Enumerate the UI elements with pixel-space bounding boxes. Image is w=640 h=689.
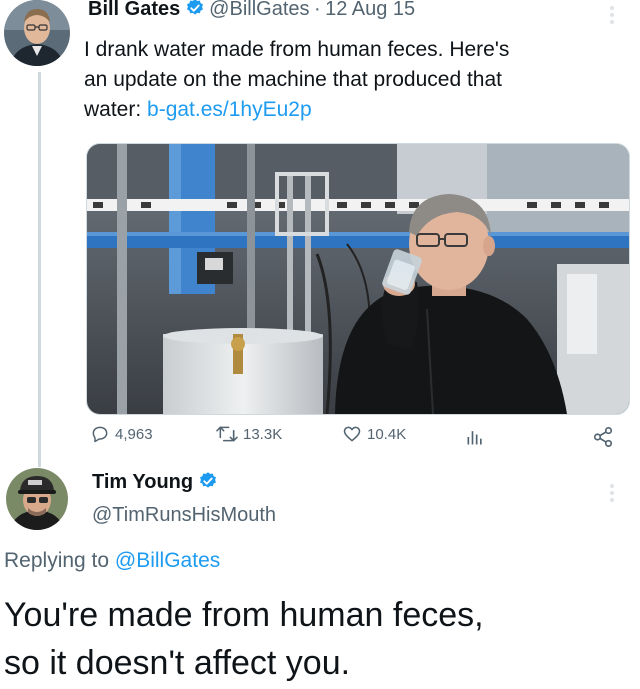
author-handle[interactable]: @BillGates	[209, 0, 309, 20]
author-name[interactable]: Bill Gates	[88, 0, 180, 20]
reply-author-handle[interactable]: @TimRunsHisMouth	[92, 504, 276, 527]
verified-badge-icon	[199, 472, 216, 488]
more-options-icon[interactable]	[610, 6, 614, 24]
more-options-icon[interactable]	[610, 484, 614, 502]
replying-to-label: Replying to	[4, 549, 115, 572]
retweet-icon	[216, 426, 238, 442]
views-action[interactable]	[465, 427, 485, 452]
views-icon	[467, 431, 482, 445]
share-action[interactable]	[592, 426, 614, 453]
verified-badge-icon	[186, 0, 203, 15]
tweet-link[interactable]: b-gat.es/1hyEu2p	[147, 98, 312, 121]
water-machine-photo	[87, 144, 629, 414]
reply-text-line-1: You're made from human feces,	[4, 596, 484, 634]
reply-icon	[92, 426, 108, 443]
bill-gates-avatar[interactable]	[4, 0, 70, 66]
tweet-header: Bill Gates @BillGates · 12 Aug 15	[88, 0, 608, 28]
retweet-action[interactable]: 13.3K	[216, 424, 282, 444]
like-count: 10.4K	[367, 425, 407, 443]
thread-connector-line	[38, 72, 41, 467]
reply-text-line-2: so it doesn't affect you.	[4, 644, 351, 682]
like-icon	[343, 426, 361, 442]
replying-to-line: Replying to @BillGates	[4, 549, 220, 573]
tweet-text: I drank water made from human feces. Her…	[84, 35, 640, 125]
tweet-text-line-3: water: b-gat.es/1hyEu2p	[84, 95, 640, 125]
tweet-text-prefix: water:	[84, 98, 148, 121]
reply-author-name[interactable]: Tim Young	[92, 471, 193, 493]
tim-young-avatar[interactable]	[6, 468, 68, 530]
tweet-media-photo[interactable]	[86, 143, 630, 415]
tweet-text-line-2: an update on the machine that produced t…	[84, 68, 502, 91]
replying-to-handle[interactable]: @BillGates	[115, 549, 220, 572]
reply-count: 4,963	[115, 425, 153, 443]
retweet-count: 13.3K	[243, 425, 283, 443]
avatar-portrait-image	[4, 0, 70, 66]
share-icon	[593, 427, 613, 447]
avatar-portrait-image	[6, 468, 68, 530]
reply-action[interactable]: 4,963	[90, 424, 153, 444]
header-separator: ·	[313, 0, 321, 20]
like-action[interactable]: 10.4K	[342, 424, 406, 444]
reply-name-row: Tim Young	[92, 471, 218, 494]
tweet-text-line-1: I drank water made from human feces. Her…	[84, 38, 510, 61]
tweet-date[interactable]: 12 Aug 15	[325, 0, 415, 20]
reply-text: You're made from human feces, so it does…	[4, 591, 484, 687]
